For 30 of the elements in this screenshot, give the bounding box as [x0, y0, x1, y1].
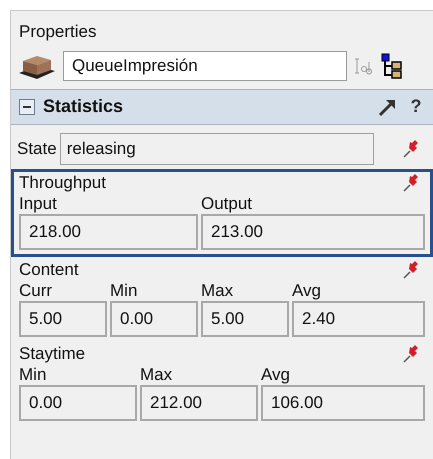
group-title: Throughput	[19, 172, 106, 194]
section-title: Statistics	[43, 95, 124, 118]
field-label: Avg	[261, 364, 290, 384]
value-field: 218.00	[19, 214, 198, 250]
field-label: Input	[19, 194, 57, 214]
value-field: 5.00	[201, 300, 289, 336]
collapse-icon[interactable]	[19, 98, 35, 114]
group-title: Content	[19, 258, 79, 280]
field-label: Curr	[19, 280, 52, 300]
group-title: Staytime	[19, 342, 86, 364]
value-field: 0.00	[19, 384, 137, 420]
state-field: releasing	[60, 132, 374, 164]
field-label: Output	[201, 194, 252, 214]
help-button[interactable]: ?	[407, 93, 425, 120]
value-field: 212.00	[140, 384, 258, 420]
field-label: Avg	[292, 280, 321, 300]
panel-title: Properties	[18, 21, 98, 43]
name-field[interactable]: QueueImpresión	[63, 50, 347, 80]
tree-icon[interactable]	[381, 52, 403, 78]
field-label: Min	[110, 280, 138, 300]
value-field: 106.00	[261, 384, 425, 420]
value-field: 2.40	[292, 300, 425, 336]
state-label: State	[17, 138, 57, 160]
value-field: 213.00	[201, 214, 425, 250]
field-label: Min	[19, 364, 46, 384]
field-label: Max	[201, 280, 234, 300]
section-header[interactable]: Statistics ?	[11, 88, 433, 124]
value-field: 5.00	[19, 300, 107, 336]
field-label: Max	[140, 364, 172, 384]
value-field: 0.00	[110, 300, 198, 336]
